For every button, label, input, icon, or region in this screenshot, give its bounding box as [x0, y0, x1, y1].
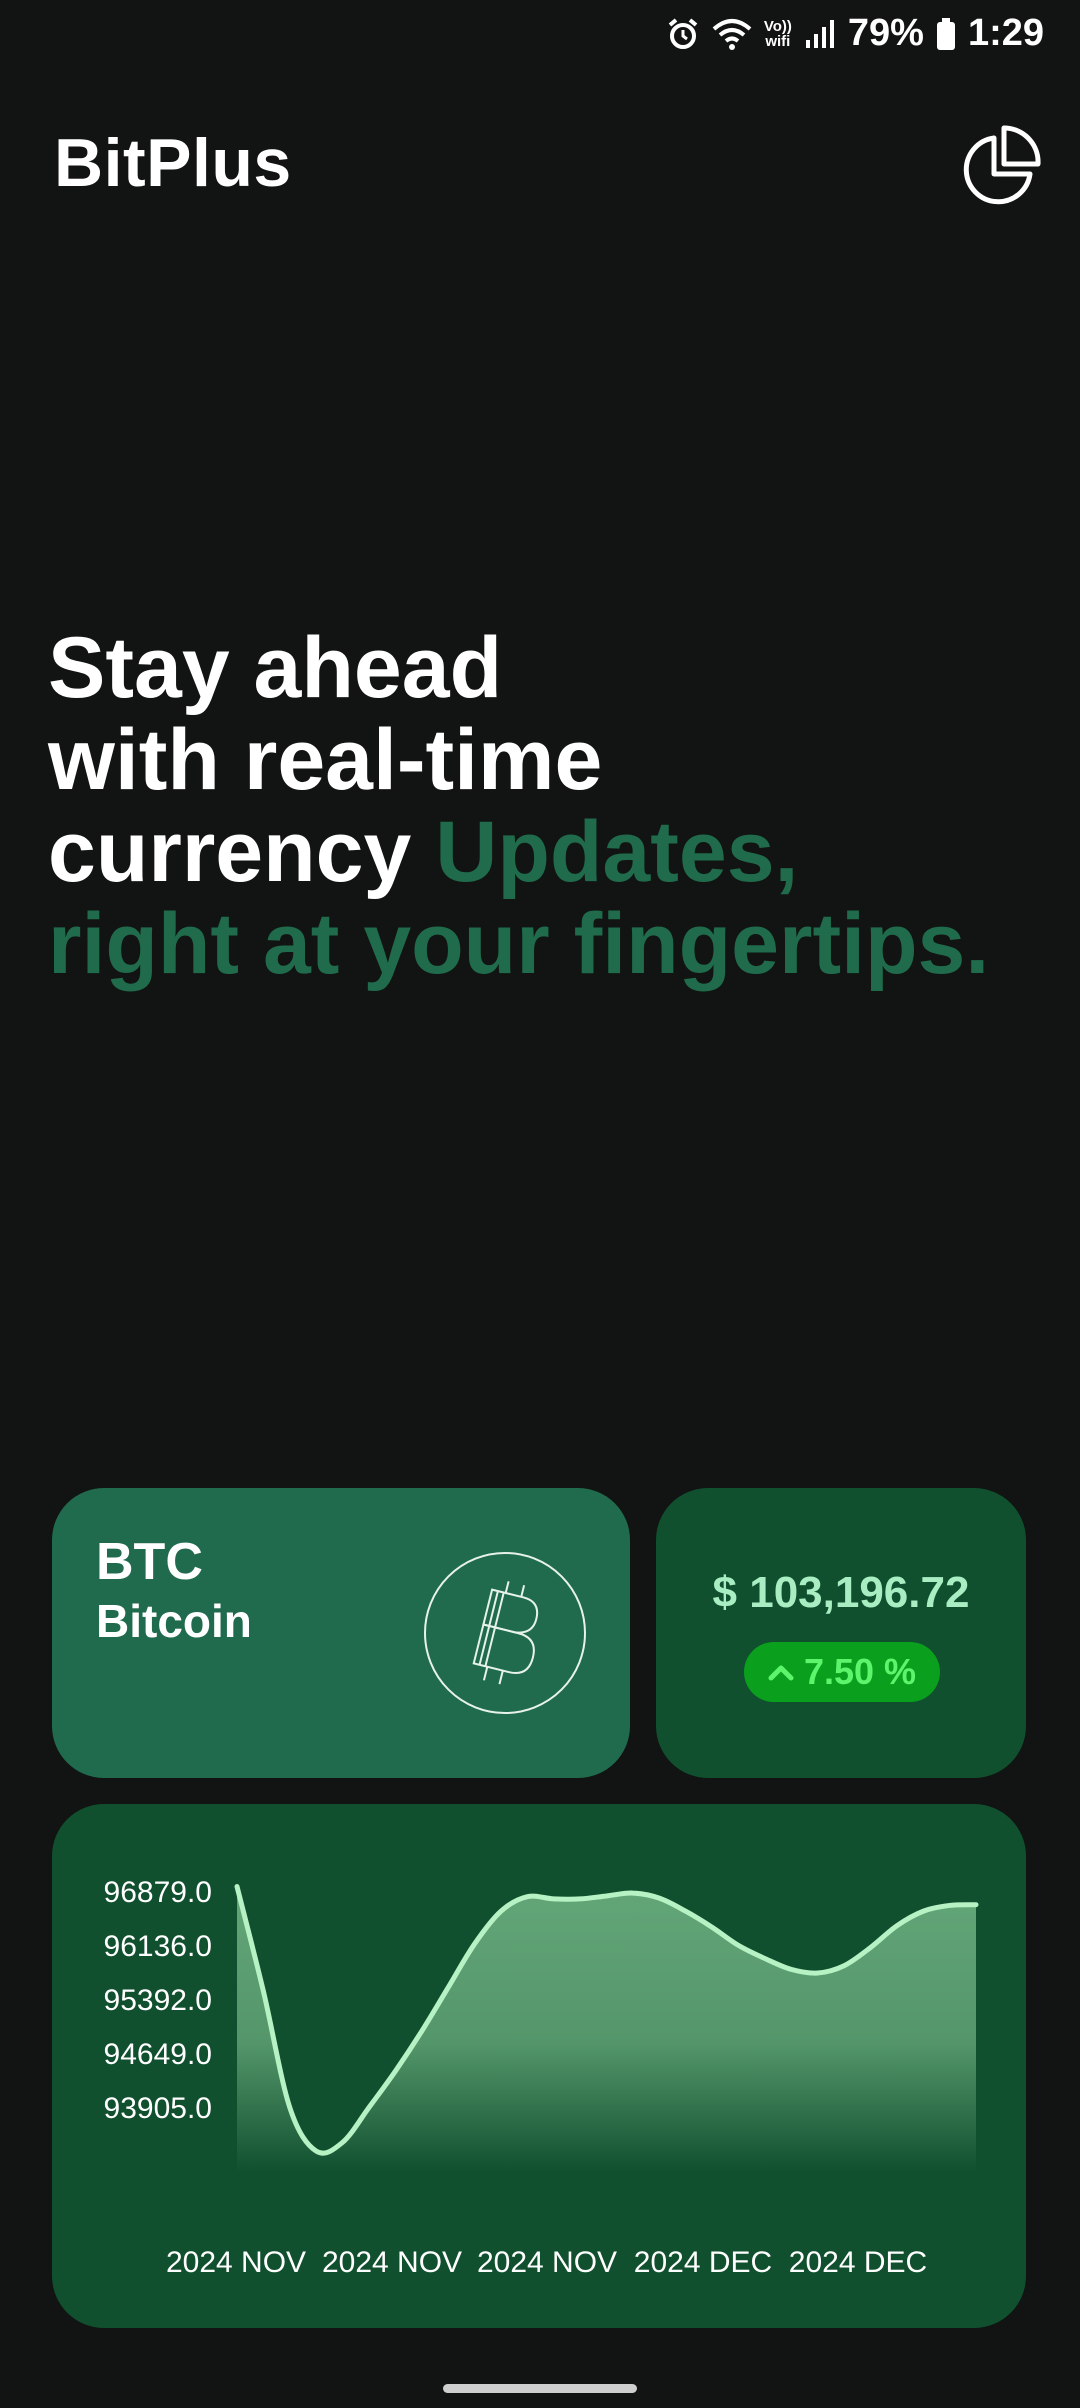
price-card[interactable]: $ 103,196.72 7.50 % — [656, 1488, 1026, 1778]
hero-line-1: Stay ahead — [48, 620, 503, 716]
chevron-up-icon — [768, 1665, 794, 1681]
hero-line-3: currency Updates, — [48, 806, 1048, 898]
coin-price: $ 103,196.72 — [712, 1568, 970, 1617]
y-tick-label: 95392.0 — [104, 1984, 212, 2017]
y-tick-label: 93905.0 — [104, 2092, 212, 2125]
coin-name: Bitcoin — [96, 1595, 252, 1647]
battery-percent: 79% — [847, 12, 924, 54]
x-tick-label: 2024 DEC — [789, 2246, 927, 2279]
price-chart-card: 96879.0 96136.0 95392.0 94649.0 93905.0 2024… — [52, 1804, 1026, 2328]
home-indicator[interactable] — [443, 2384, 637, 2393]
change-badge: 7.50 % — [744, 1642, 940, 1702]
x-tick-label: 2024 NOV — [477, 2246, 617, 2279]
hero-line-3-green: Updates, — [435, 804, 799, 900]
coin-symbol: BTC — [96, 1533, 203, 1591]
vowifi-icon: Vo)) wifi — [764, 19, 792, 49]
vowifi-top: Vo)) — [763, 17, 792, 35]
x-tick-label: 2024 DEC — [634, 2246, 772, 2279]
battery-icon — [936, 17, 955, 50]
y-tick-label: 96136.0 — [104, 1930, 212, 1963]
change-percent: 7.50 % — [803, 1651, 917, 1692]
hero-line-3-white: currency — [48, 804, 412, 900]
app-title: BitPlus — [54, 125, 292, 201]
x-tick-label: 2024 NOV — [166, 2246, 306, 2279]
y-tick-label: 96879.0 — [104, 1876, 212, 1909]
status-icons: Vo)) wifi 79% 1:29 — [666, 12, 1044, 55]
hero-line-2: with real-time — [48, 712, 603, 808]
hero-headline: Stay ahead with real-time currency Updat… — [48, 622, 1048, 990]
x-tick-label: 2024 NOV — [322, 2246, 462, 2279]
pie-chart-icon — [963, 125, 1041, 205]
chart-area-fill — [237, 1886, 976, 2172]
price-chart: 96879.0 96136.0 95392.0 94649.0 93905.0 2024… — [104, 1876, 979, 2279]
y-tick-label: 94649.0 — [104, 2038, 212, 2071]
bitcoin-icon — [424, 1552, 586, 1714]
alarm-icon — [668, 17, 698, 49]
status-bar: Vo)) wifi 79% 1:29 — [0, 0, 1080, 72]
hero-line-4: right at your fingertips. — [48, 896, 990, 992]
portfolio-button[interactable] — [958, 124, 1042, 208]
signal-icon — [805, 19, 834, 48]
vowifi-bottom: wifi — [765, 32, 791, 50]
clock: 1:29 — [967, 12, 1044, 54]
coin-card[interactable]: BTC Bitcoin — [52, 1488, 630, 1778]
wifi-icon — [712, 18, 752, 50]
